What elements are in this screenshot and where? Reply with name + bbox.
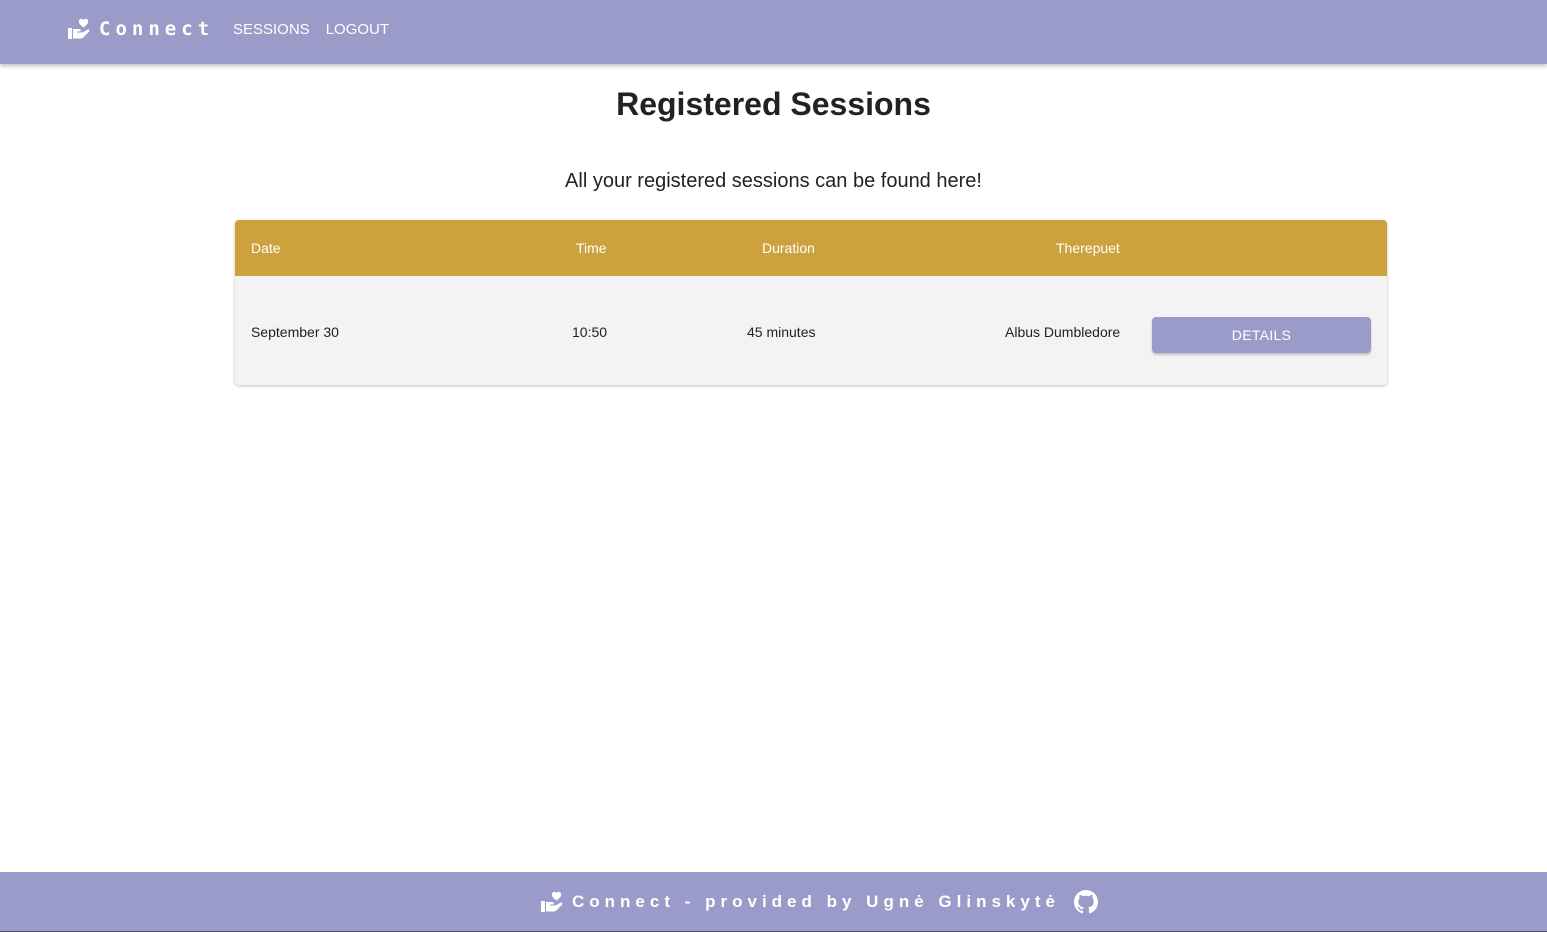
nav-sessions-link[interactable]: SESSIONS bbox=[225, 18, 318, 42]
brand-name: Connect bbox=[99, 18, 215, 40]
table-header: Date Time Duration Therepuet bbox=[235, 220, 1387, 276]
session-duration: 45 minutes bbox=[747, 324, 816, 340]
session-therapist: Albus Dumbledore bbox=[1005, 324, 1121, 340]
session-time: 10:50 bbox=[572, 324, 608, 340]
footer-credit: Connect - provided by Ugnė Glinskytė bbox=[572, 892, 1060, 911]
hand-heart-icon bbox=[67, 17, 91, 41]
page-title: Registered Sessions bbox=[616, 86, 931, 122]
footer: Connect - provided by Ugnė Glinskytė bbox=[0, 872, 1547, 932]
session-date: September 30 bbox=[251, 324, 339, 340]
hand-heart-icon bbox=[540, 890, 564, 914]
main-nav: SESSIONS LOGOUT bbox=[225, 18, 397, 42]
details-button[interactable]: DETAILS bbox=[1152, 317, 1371, 353]
footer-content: Connect - provided by Ugnė Glinskytė bbox=[540, 890, 1098, 914]
column-header-date: Date bbox=[251, 240, 281, 256]
page-subtitle: All your registered sessions can be foun… bbox=[565, 170, 982, 192]
column-header-duration: Duration bbox=[762, 240, 815, 256]
table-row: September 30 10:50 45 minutes Albus Dumb… bbox=[235, 276, 1387, 385]
app-bar: Connect SESSIONS LOGOUT bbox=[0, 0, 1547, 64]
column-header-time: Time bbox=[576, 240, 607, 256]
github-icon[interactable] bbox=[1073, 890, 1098, 914]
brand[interactable]: Connect bbox=[67, 17, 214, 41]
column-header-therapist: Therepuet bbox=[1056, 240, 1120, 256]
nav-logout-link[interactable]: LOGOUT bbox=[318, 18, 397, 42]
sessions-table: Date Time Duration Therepuet September 3… bbox=[235, 220, 1387, 385]
